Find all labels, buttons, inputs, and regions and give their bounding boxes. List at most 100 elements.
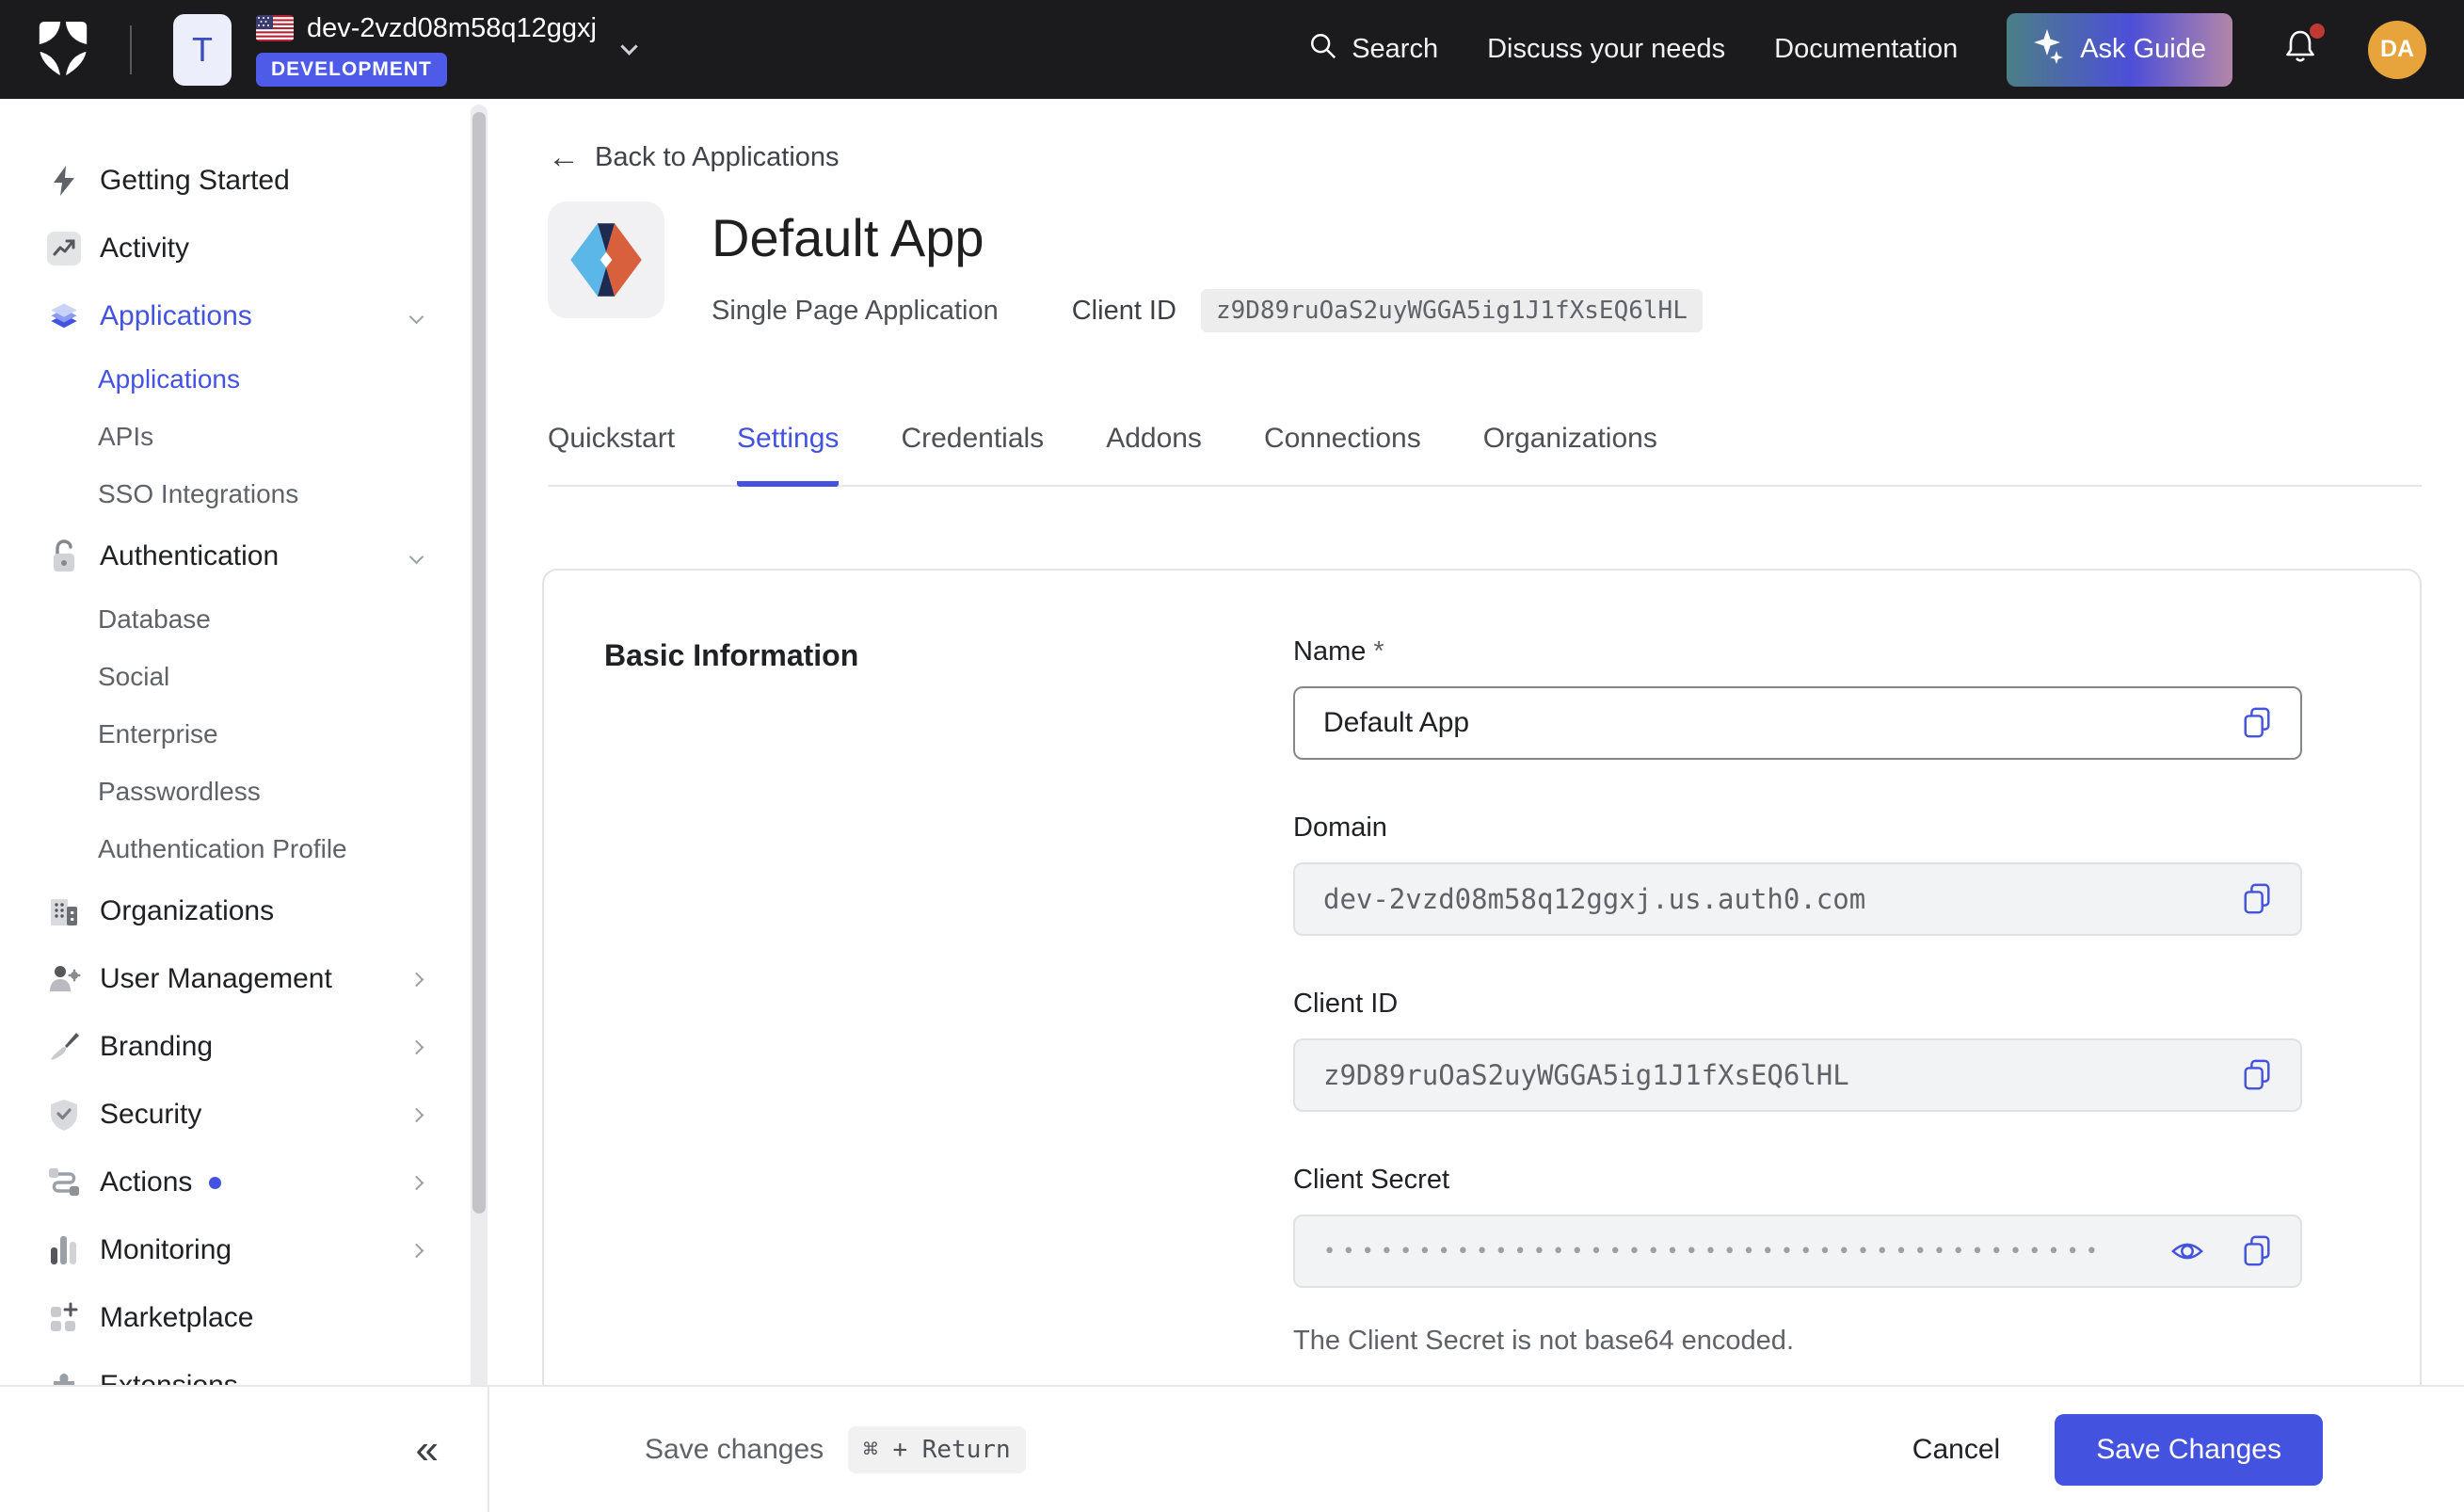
bar-chart-icon <box>47 1233 81 1267</box>
copy-icon[interactable] <box>2240 1234 2274 1268</box>
eye-icon[interactable] <box>2170 1234 2204 1268</box>
name-input[interactable] <box>1293 686 2302 760</box>
search-button[interactable]: Search <box>1308 31 1438 69</box>
us-flag-icon <box>256 15 294 41</box>
sidebar: Getting Started Activity <box>0 99 489 1512</box>
shield-check-icon <box>47 1098 81 1132</box>
main-content: ← Back to Applications Default App Singl… <box>489 99 2464 1512</box>
documentation-label: Documentation <box>1774 34 1958 65</box>
sidebar-item-apis[interactable]: APIs <box>0 408 489 465</box>
back-to-applications-link[interactable]: ← Back to Applications <box>548 141 2422 173</box>
sidebar-item-applications[interactable]: Applications <box>0 282 489 350</box>
sidebar-item-label: Authentication Profile <box>98 834 347 864</box>
page-title: Default App <box>712 207 1703 268</box>
sidebar-scrollbar-track <box>471 105 488 1484</box>
sidebar-item-label: Actions <box>100 1166 192 1198</box>
sidebar-item-actions[interactable]: Actions <box>0 1149 489 1216</box>
sidebar-item-label: Branding <box>100 1031 213 1063</box>
client-id-label: Client ID <box>1072 296 1176 327</box>
copy-icon[interactable] <box>2240 882 2274 916</box>
sidebar-item-organizations[interactable]: Organizations <box>0 877 489 945</box>
app-type-label: Single Page Application <box>712 296 999 327</box>
sidebar-item-label: Passwordless <box>98 777 261 807</box>
search-icon <box>1308 31 1338 69</box>
arrow-left-icon: ← <box>548 141 580 173</box>
footer-bar: « Save changes ⌘ + Return Cancel Save Ch… <box>0 1385 2464 1512</box>
sidebar-item-authentication-profile[interactable]: Authentication Profile <box>0 820 489 877</box>
collapse-sidebar-button[interactable]: « <box>416 1429 439 1471</box>
flow-icon <box>47 1166 81 1199</box>
chevron-right-icon <box>409 1175 424 1190</box>
basic-information-card: Basic Information Name * <box>542 569 2422 1444</box>
sidebar-item-sso-integrations[interactable]: SSO Integrations <box>0 465 489 523</box>
sidebar-scrollbar-thumb[interactable] <box>472 112 486 1214</box>
sidebar-item-authentication[interactable]: Authentication <box>0 523 489 590</box>
tab-organizations[interactable]: Organizations <box>1483 423 1657 487</box>
notifications-button[interactable] <box>2281 27 2319 72</box>
sidebar-item-label: Database <box>98 604 211 635</box>
new-indicator-dot <box>209 1177 221 1189</box>
sidebar-item-label: Marketplace <box>100 1302 253 1334</box>
user-avatar[interactable]: DA <box>2368 21 2426 79</box>
discuss-your-needs-link[interactable]: Discuss your needs <box>1487 34 1725 65</box>
app-logo-icon <box>564 217 648 302</box>
sidebar-item-monitoring[interactable]: Monitoring <box>0 1216 489 1284</box>
keyboard-shortcut-chip: ⌘ + Return <box>848 1426 1026 1473</box>
chevron-right-icon <box>409 1243 424 1258</box>
sidebar-item-label: Monitoring <box>100 1234 232 1266</box>
client-id-field-label: Client ID <box>1293 989 1398 1020</box>
tab-bar: Quickstart Settings Credentials Addons C… <box>548 423 2422 487</box>
chevron-right-icon <box>409 972 424 987</box>
sidebar-item-database[interactable]: Database <box>0 590 489 648</box>
tab-connections[interactable]: Connections <box>1264 423 1421 487</box>
ask-guide-button[interactable]: Ask Guide <box>2007 13 2232 87</box>
sidebar-item-label: User Management <box>100 963 332 995</box>
cancel-button[interactable]: Cancel <box>1912 1434 2000 1466</box>
environment-badge: DEVELOPMENT <box>256 53 447 87</box>
search-label: Search <box>1352 34 1438 65</box>
chevron-down-icon <box>620 38 637 55</box>
back-link-label: Back to Applications <box>595 142 840 173</box>
topbar: T dev-2vzd08m58q12ggxj DEVELOPMENT <box>0 0 2464 99</box>
sidebar-item-branding[interactable]: Branding <box>0 1013 489 1081</box>
sparkle-icon <box>2033 28 2065 72</box>
notification-dot <box>2310 24 2325 39</box>
client-id-chip[interactable]: z9D89ruOaS2uyWGGA5ig1J1fXsEQ6lHL <box>1201 289 1703 332</box>
copy-icon[interactable] <box>2240 1058 2274 1092</box>
sidebar-item-social[interactable]: Social <box>0 648 489 705</box>
sidebar-item-label: APIs <box>98 422 153 452</box>
ask-guide-label: Ask Guide <box>2080 34 2206 65</box>
sidebar-item-label: Authentication <box>100 540 279 572</box>
save-changes-button[interactable]: Save Changes <box>2055 1414 2323 1486</box>
tab-settings[interactable]: Settings <box>737 423 839 487</box>
lock-icon <box>47 539 81 573</box>
tenant-name: dev-2vzd08m58q12ggxj <box>307 13 597 44</box>
tenant-switcher[interactable]: dev-2vzd08m58q12ggxj DEVELOPMENT <box>256 13 635 87</box>
sidebar-item-label: Social <box>98 662 169 692</box>
sidebar-item-applications-sub[interactable]: Applications <box>0 350 489 408</box>
tenant-initial-tile[interactable]: T <box>173 14 232 86</box>
building-icon <box>47 894 81 928</box>
sidebar-item-getting-started[interactable]: Getting Started <box>0 147 489 215</box>
client-secret-helper-text: The Client Secret is not base64 encoded. <box>1293 1326 2302 1357</box>
tab-addons[interactable]: Addons <box>1106 423 1202 487</box>
client-secret-input[interactable] <box>1293 1214 2302 1288</box>
sidebar-item-label: SSO Integrations <box>98 479 298 509</box>
tab-quickstart[interactable]: Quickstart <box>548 423 675 487</box>
sidebar-item-passwordless[interactable]: Passwordless <box>0 763 489 820</box>
sidebar-item-security[interactable]: Security <box>0 1081 489 1149</box>
copy-icon[interactable] <box>2240 706 2274 740</box>
client-id-input[interactable] <box>1293 1038 2302 1112</box>
discuss-label: Discuss your needs <box>1487 34 1725 65</box>
sidebar-item-activity[interactable]: Activity <box>0 215 489 282</box>
topbar-divider <box>130 25 132 74</box>
sidebar-item-user-management[interactable]: User Management <box>0 945 489 1013</box>
documentation-link[interactable]: Documentation <box>1774 34 1958 65</box>
tab-credentials[interactable]: Credentials <box>901 423 1044 487</box>
domain-input[interactable] <box>1293 862 2302 936</box>
sidebar-item-marketplace[interactable]: Marketplace <box>0 1284 489 1352</box>
sidebar-item-label: Getting Started <box>100 165 290 197</box>
name-label: Name <box>1293 636 1366 668</box>
sidebar-item-enterprise[interactable]: Enterprise <box>0 705 489 763</box>
marketplace-icon <box>47 1301 81 1335</box>
